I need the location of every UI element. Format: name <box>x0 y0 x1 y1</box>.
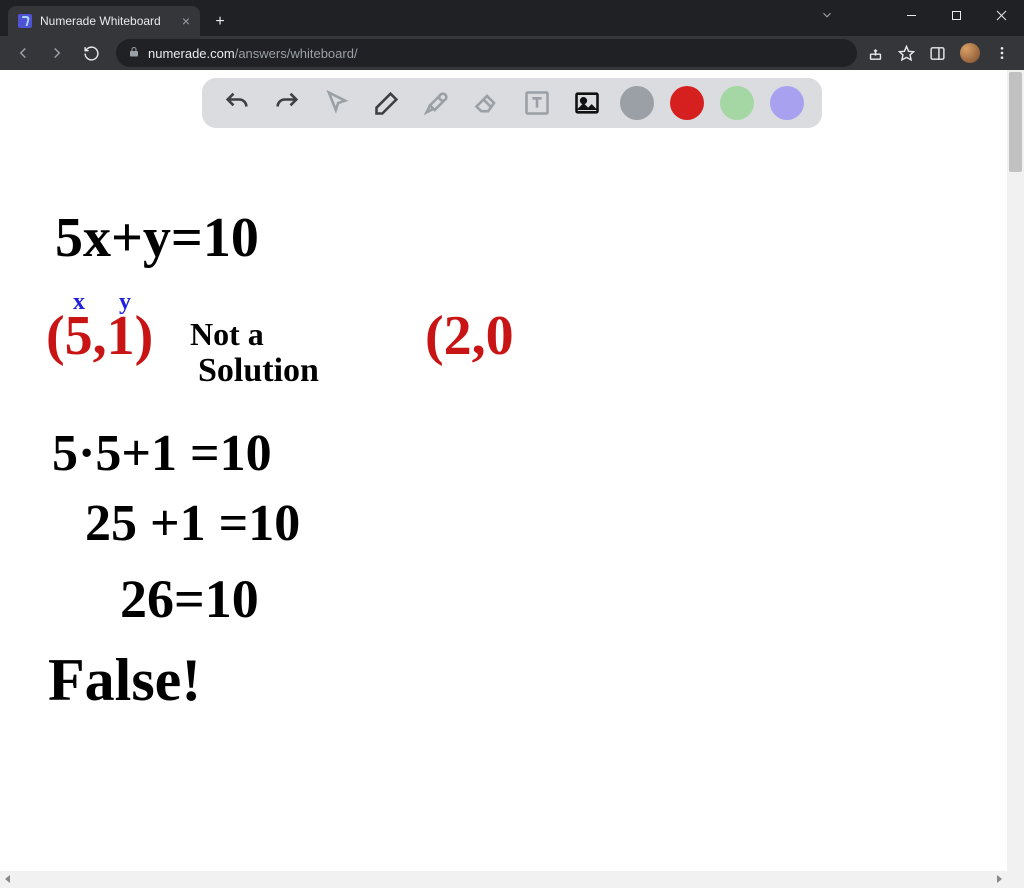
pencil-tool[interactable] <box>370 86 404 120</box>
hw-note-line2: Solution <box>198 354 319 388</box>
browser-tab[interactable]: Numerade Whiteboard × <box>8 6 200 36</box>
color-red[interactable] <box>670 86 704 120</box>
close-window-button[interactable] <box>979 0 1024 30</box>
forward-button[interactable] <box>42 38 72 68</box>
address-bar[interactable]: numerade.com/answers/whiteboard/ <box>116 39 857 67</box>
hw-work1: 5·5+1 =10 <box>52 428 272 480</box>
page-content: 5x+y=10 x y (5,1) Not a Solution (2,0 5·… <box>0 70 1024 888</box>
menu-icon[interactable] <box>994 45 1010 61</box>
vertical-scrollbar[interactable] <box>1007 70 1024 871</box>
url-text: numerade.com/answers/whiteboard/ <box>148 46 358 61</box>
window-controls <box>889 0 1024 30</box>
hw-work2: 25 +1 =10 <box>85 498 300 550</box>
eraser-tool[interactable] <box>470 86 504 120</box>
undo-button[interactable] <box>220 86 254 120</box>
whiteboard-toolbar <box>202 78 822 128</box>
text-tool[interactable] <box>520 86 554 120</box>
tab-list-button[interactable] <box>820 8 834 27</box>
share-icon[interactable] <box>867 45 884 62</box>
hw-point1: (5,1) <box>46 308 153 364</box>
profile-avatar[interactable] <box>960 43 980 63</box>
color-purple[interactable] <box>770 86 804 120</box>
tab-close-button[interactable]: × <box>182 13 190 29</box>
image-tool[interactable] <box>570 86 604 120</box>
hw-conclusion: False! <box>48 650 201 710</box>
new-tab-button[interactable]: + <box>206 8 234 36</box>
browser-titlebar: Numerade Whiteboard × + <box>0 0 1024 36</box>
horizontal-scrollbar[interactable] <box>0 871 1007 888</box>
toolbar-actions <box>867 43 1016 63</box>
maximize-button[interactable] <box>934 0 979 30</box>
tab-title: Numerade Whiteboard <box>40 14 174 28</box>
hw-note-line1: Not a <box>190 318 264 350</box>
tools-button[interactable] <box>420 86 454 120</box>
bookmark-icon[interactable] <box>898 45 915 62</box>
browser-toolbar: numerade.com/answers/whiteboard/ <box>0 36 1024 70</box>
redo-button[interactable] <box>270 86 304 120</box>
hw-work3: 26=10 <box>120 572 259 626</box>
minimize-button[interactable] <box>889 0 934 30</box>
hw-equation: 5x+y=10 <box>55 210 259 266</box>
side-panel-icon[interactable] <box>929 45 946 62</box>
hw-point2: (2,0 <box>425 308 514 364</box>
back-button[interactable] <box>8 38 38 68</box>
color-green[interactable] <box>720 86 754 120</box>
tab-favicon <box>18 14 32 28</box>
color-gray[interactable] <box>620 86 654 120</box>
lock-icon <box>128 46 140 61</box>
pointer-tool[interactable] <box>320 86 354 120</box>
scroll-corner <box>1007 871 1024 888</box>
reload-button[interactable] <box>76 38 106 68</box>
